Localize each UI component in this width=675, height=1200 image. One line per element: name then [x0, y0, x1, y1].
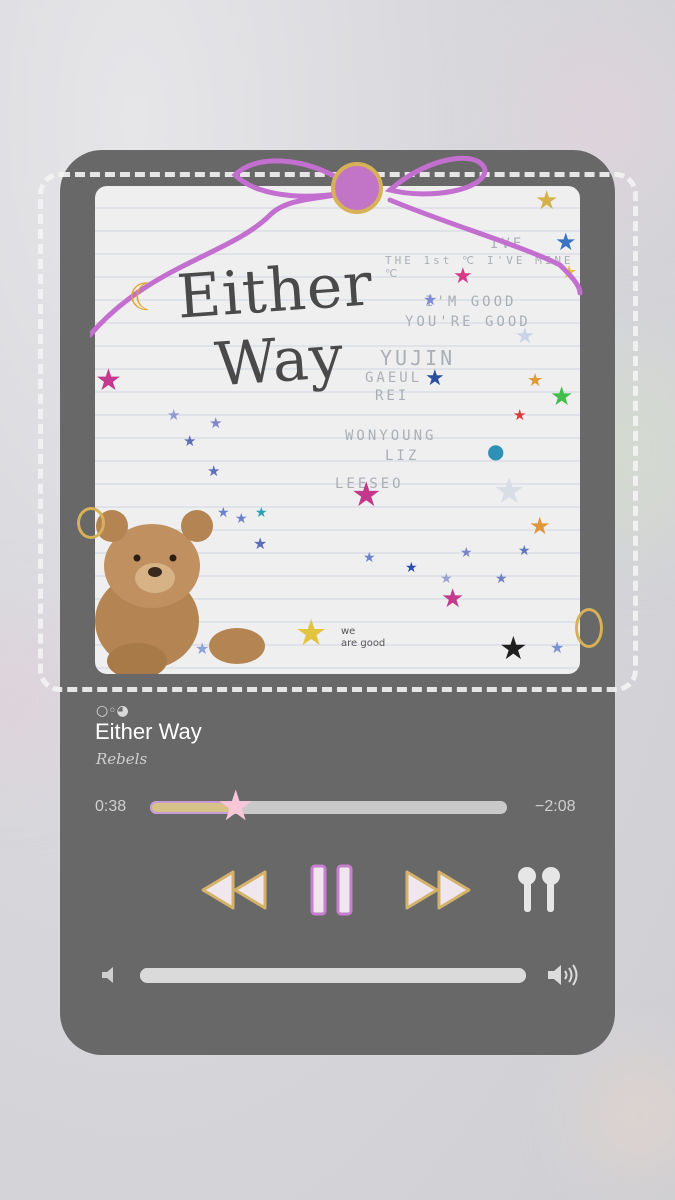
star-sticker: ★: [499, 629, 528, 667]
star-sticker: ★: [195, 639, 210, 658]
star-sticker: ★: [493, 471, 526, 512]
artist-name[interactable]: Rebels: [96, 750, 147, 768]
star-sticker: ★: [441, 584, 465, 614]
volume-fill: [140, 968, 526, 983]
star-sticker: ★: [235, 511, 248, 527]
star-sticker: ★: [95, 363, 122, 398]
airpods-icon: [518, 867, 560, 912]
star-sticker: ★: [550, 382, 574, 412]
volume-high-icon: [548, 964, 578, 986]
pause-button[interactable]: [305, 860, 359, 920]
star-sticker: ★: [295, 613, 328, 654]
fast-forward-icon: [405, 870, 471, 910]
star-sticker: ★: [351, 475, 382, 515]
star-sticker: ★: [183, 432, 197, 450]
gold-ring-decoration: [575, 608, 603, 648]
star-sticker: ★: [207, 462, 221, 480]
ribbon-bow-decoration: [90, 155, 583, 338]
rewind-icon: [201, 870, 267, 910]
star-sticker: ★: [405, 560, 418, 576]
volume-slider[interactable]: [140, 968, 526, 983]
star-sticker: ★: [518, 543, 531, 559]
artwork-note-line1: we: [341, 626, 356, 637]
remaining-time: −2:08: [535, 798, 576, 815]
star-sticker: ●: [487, 439, 505, 463]
star-sticker: ★: [217, 505, 230, 521]
star-sticker: ★: [253, 534, 268, 553]
star-sticker: ★: [527, 370, 544, 391]
rewind-button[interactable]: [198, 860, 270, 920]
moon-sticker: ☾: [128, 275, 163, 319]
star-sticker: ★: [425, 366, 445, 391]
artwork-faint-text: REI: [375, 388, 410, 404]
star-sticker: ★: [495, 571, 508, 587]
artwork-faint-text: LIZ: [385, 448, 420, 464]
star-sticker: ★: [167, 406, 181, 424]
star-sticker: ★: [363, 550, 376, 566]
artwork-note: we are good: [341, 626, 385, 650]
star-sticker: ★: [550, 638, 565, 657]
artwork-faint-text: GAEUL: [365, 370, 423, 386]
device-indicator-icon: ○◦◕: [96, 703, 129, 719]
artwork-note-line2: are good: [341, 638, 386, 649]
airplay-output-button[interactable]: [512, 860, 566, 920]
progress-scrubber-knob[interactable]: ★: [217, 785, 255, 827]
star-sticker: ★: [513, 406, 527, 424]
star-sticker: ★: [529, 512, 551, 540]
bg-blur-peach: [600, 1070, 675, 1160]
gold-ring-decoration: [77, 507, 105, 539]
artwork-faint-text: WONYOUNG: [345, 428, 437, 444]
volume-low-icon: [102, 967, 113, 983]
star-sticker: ★: [209, 414, 223, 432]
star-sticker: ★: [255, 505, 268, 521]
star-sticker: ★: [460, 545, 473, 561]
pause-icon: [310, 864, 353, 916]
track-title: Either Way: [95, 719, 202, 744]
progress-bar[interactable]: ★: [150, 785, 507, 827]
elapsed-time: 0:38: [95, 798, 127, 815]
fast-forward-button[interactable]: [402, 860, 474, 920]
